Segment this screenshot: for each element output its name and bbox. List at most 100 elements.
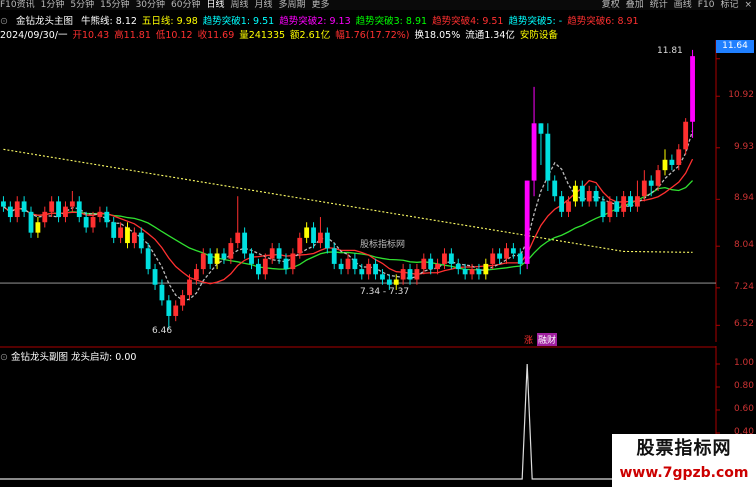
info-item-0: 2024/09/30/一 — [0, 30, 68, 39]
candle-body — [83, 217, 89, 228]
candle-body — [311, 227, 316, 244]
period-tab-8[interactable]: 月线 — [255, 0, 273, 10]
candle-body — [386, 279, 392, 285]
margin-tag: 融财 — [537, 333, 558, 346]
candle-body — [76, 201, 82, 218]
candle-body — [28, 211, 34, 233]
candle-body — [421, 258, 427, 270]
toolbar-btn-1[interactable]: 叠加 — [626, 0, 644, 10]
candle-body — [380, 274, 385, 280]
candle-body — [256, 263, 261, 275]
candle-body — [614, 201, 620, 212]
period-tab-7[interactable]: 周线 — [230, 0, 248, 10]
legend-item-2: 趋势突破1: 9.51 — [202, 16, 275, 25]
info-item-1: 开10.43 — [72, 30, 110, 39]
period-tab-1[interactable]: 1分钟 — [41, 0, 65, 10]
candle-body — [414, 269, 420, 280]
info-item-3: 低10.12 — [155, 30, 193, 39]
candle-body — [125, 227, 130, 244]
main-indicator-legend: ⊙ 金钻龙头主图 牛熊线: 8.12 五日线: 9.98 趋势突破1: 9.51 趋势… — [0, 13, 756, 25]
candle-body — [56, 201, 61, 218]
candle-body — [90, 217, 96, 228]
candle-body — [635, 196, 640, 207]
candle-body — [552, 180, 558, 197]
candle-body — [490, 253, 496, 264]
legend-toggle-icon[interactable]: ⊙ — [0, 16, 8, 25]
period-tab-4[interactable]: 30分钟 — [136, 0, 165, 10]
period-tab-2[interactable]: 5分钟 — [70, 0, 94, 10]
candle-body — [607, 201, 613, 218]
watermark-url: www.7gpzb.com — [619, 465, 749, 481]
toolbar-btn-3[interactable]: 画线 — [674, 0, 692, 10]
candle-body — [566, 201, 571, 212]
candle-body — [600, 201, 606, 218]
last-price-tag: 11.64 — [716, 40, 754, 53]
period-toolbar: F10资讯 1分钟 5分钟 15分钟 30分钟 60分钟 日线 周线 月线 多周期 更多 复权 叠加统… — [0, 0, 756, 10]
info-item-5: 量241335 — [239, 30, 286, 39]
candle-body — [283, 258, 289, 270]
period-tab-10[interactable]: 更多 — [312, 0, 330, 10]
candle-body — [262, 258, 268, 275]
candle-body — [517, 253, 523, 264]
candle-body — [104, 211, 110, 223]
candle-body — [318, 232, 323, 244]
period-tab-9[interactable]: 多周期 — [279, 0, 306, 10]
info-item-2: 高11.81 — [114, 30, 151, 39]
candle-body — [200, 253, 206, 270]
candle-body — [131, 232, 137, 244]
candle-body — [228, 243, 234, 259]
candle-body — [249, 253, 254, 264]
candle-body — [338, 263, 344, 270]
legend-item-0: 牛熊线: 8.12 — [81, 16, 137, 25]
period-tab-0[interactable]: F10资讯 — [0, 0, 35, 10]
candle-body — [572, 185, 578, 202]
candle-body — [373, 263, 378, 275]
period-tab-6[interactable]: 日线 — [206, 0, 224, 10]
candle-body — [297, 237, 303, 254]
candle-body — [435, 263, 440, 270]
toolbar-btn-4[interactable]: F10 — [698, 0, 715, 10]
toolbar-btn-5[interactable]: 标记 — [720, 0, 738, 10]
candle-body — [628, 196, 633, 207]
candle-body — [97, 211, 103, 218]
candle-body — [207, 253, 213, 264]
candle-body — [593, 191, 599, 202]
candle-body — [180, 295, 186, 306]
candle-body — [118, 227, 124, 238]
sub-tick-1: 0.80 — [733, 381, 754, 391]
candle-body — [14, 201, 20, 218]
period-tab-3[interactable]: 15分钟 — [100, 0, 129, 10]
close-icon[interactable]: × — [744, 0, 752, 10]
candle-body — [510, 248, 516, 254]
candle-body — [476, 269, 482, 275]
low-label: 6.46 — [152, 326, 173, 336]
toolbar-btn-2[interactable]: 统计 — [650, 0, 668, 10]
chart-watermark-text: 股标指标网 — [360, 240, 406, 250]
candle-body — [304, 227, 310, 238]
candle-body — [352, 258, 358, 270]
toolbar-btn-0[interactable]: 复权 — [602, 0, 620, 10]
candle-body — [586, 191, 592, 202]
candle-body — [345, 258, 351, 270]
candle-body — [545, 133, 551, 181]
candle-body — [35, 222, 41, 233]
info-item-6: 额2.61亿 — [290, 30, 331, 39]
candle-body — [324, 232, 330, 249]
candle-body — [1, 201, 6, 207]
candle-body — [166, 300, 172, 316]
sub-tick-2: 0.60 — [733, 404, 754, 414]
candle-body — [187, 279, 192, 296]
candle-body — [662, 159, 668, 171]
candle-body — [455, 263, 461, 270]
info-item-8: 换18.05% — [414, 30, 461, 39]
legend-item-3: 趋势突破2: 9.13 — [279, 16, 351, 25]
period-tab-5[interactable]: 60分钟 — [171, 0, 200, 10]
candle-body — [655, 170, 661, 186]
candle-body — [221, 253, 227, 259]
candle-body — [531, 123, 537, 181]
candle-body — [235, 232, 241, 244]
main-indicator-name[interactable]: 金钻龙头主图 — [16, 16, 73, 25]
toolbar-right-group: 复权 叠加 统计 画线 F10 标记 × — [596, 0, 752, 10]
candle-body — [579, 185, 585, 202]
candle-body — [42, 211, 48, 223]
